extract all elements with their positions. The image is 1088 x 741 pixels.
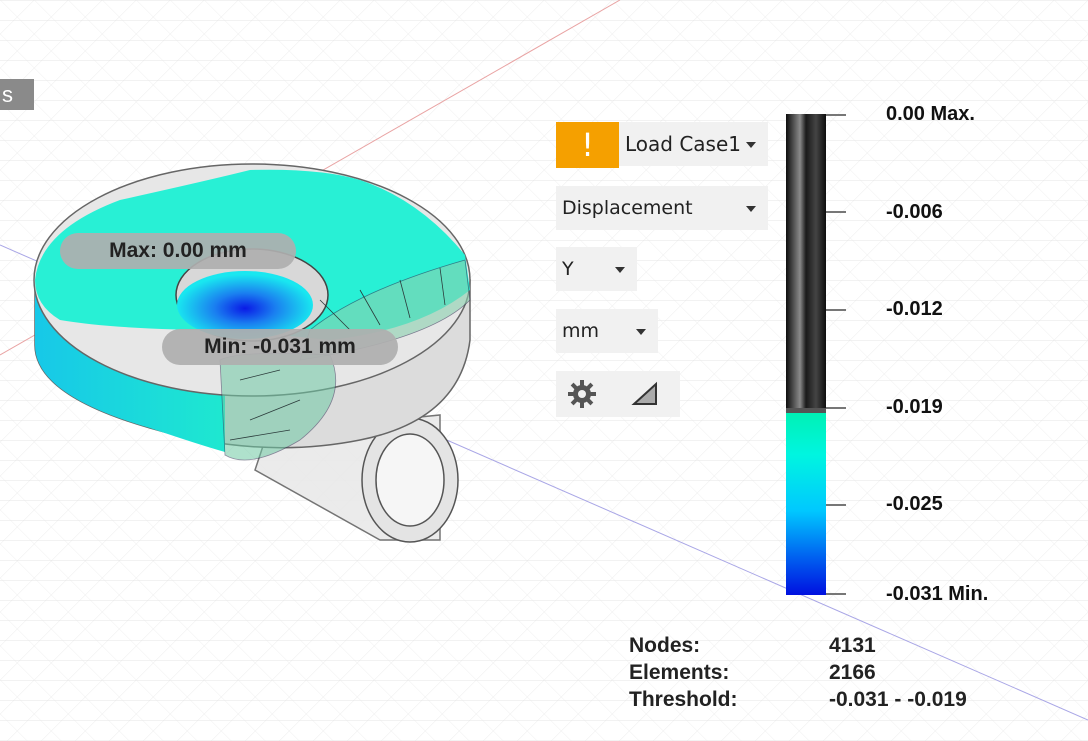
- side-panel-tab[interactable]: s: [0, 79, 34, 110]
- component-value: Y: [562, 258, 574, 280]
- chevron-down-icon: [636, 329, 646, 335]
- exclamation-icon[interactable]: !: [556, 122, 619, 168]
- result-type-value: Displacement: [562, 197, 693, 219]
- min-probe-label[interactable]: Min: -0.031 mm: [162, 329, 398, 365]
- load-case-dropdown[interactable]: Load Case1: [619, 122, 768, 166]
- legend-tick: [826, 504, 846, 506]
- units-value: mm: [562, 320, 600, 342]
- chevron-down-icon: [746, 206, 756, 212]
- units-dropdown[interactable]: mm: [556, 309, 658, 353]
- threshold-value: -0.031 - -0.019: [829, 688, 967, 711]
- legend-label-min: -0.031 Min.: [886, 583, 989, 605]
- legend-label-max: 0.00 Max.: [886, 103, 975, 125]
- legend-label: -0.019: [886, 396, 943, 418]
- result-type-dropdown[interactable]: Displacement: [556, 186, 768, 230]
- component-dropdown[interactable]: Y: [556, 247, 637, 291]
- legend-tick: [826, 114, 846, 116]
- chevron-down-icon: [615, 267, 625, 273]
- nodes-label: Nodes:: [629, 634, 701, 657]
- chevron-down-icon: [746, 142, 756, 148]
- color-legend-bar: [786, 114, 826, 595]
- threshold-label: Threshold:: [629, 688, 738, 711]
- elements-value: 2166: [829, 661, 876, 684]
- legend-tick: [826, 211, 846, 213]
- nodes-value: 4131: [829, 634, 876, 657]
- load-case-value: Load Case1: [625, 132, 742, 156]
- results-toolbar: [556, 371, 680, 417]
- legend-tick: [826, 309, 846, 311]
- ramp-triangle-icon[interactable]: [630, 380, 662, 408]
- legend-tick: [826, 407, 846, 409]
- legend-tick: [826, 593, 846, 595]
- side-tab-label: s: [2, 82, 13, 107]
- elements-label: Elements:: [629, 661, 730, 684]
- legend-label: -0.012: [886, 298, 943, 320]
- legend-label: -0.006: [886, 201, 943, 223]
- gear-icon[interactable]: [566, 378, 598, 410]
- max-probe-label[interactable]: Max: 0.00 mm: [60, 233, 296, 269]
- legend-label: -0.025: [886, 493, 943, 515]
